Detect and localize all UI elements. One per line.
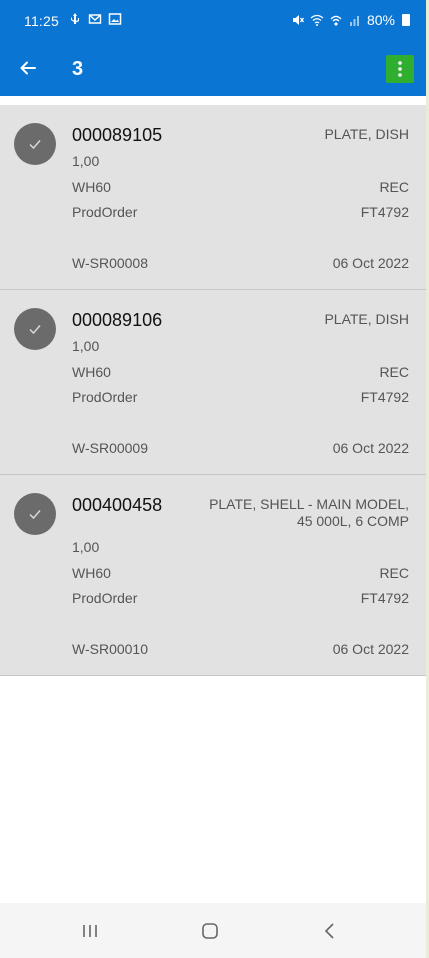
- screen: 11:25 80% 3 000089105 PLATE, DISH 1,00 W…: [0, 0, 426, 958]
- usb-icon: [71, 13, 79, 24]
- toolbar: 3: [0, 44, 426, 96]
- item-description: PLATE, DISH: [324, 311, 409, 327]
- item-order: FT4792: [360, 389, 409, 405]
- item-status: REC: [379, 565, 409, 581]
- signal-icon: [349, 16, 359, 26]
- item-order: FT4792: [360, 590, 409, 606]
- battery-percent: 80%: [366, 12, 395, 28]
- item-date: 06 Oct 2022: [332, 641, 409, 657]
- more-vertical-icon: [398, 61, 402, 77]
- item-description-line: PLATE, SHELL - MAIN MODEL,: [209, 496, 409, 512]
- item-date: 06 Oct 2022: [332, 440, 409, 456]
- item-warehouse: WH60: [72, 364, 111, 380]
- page-title: 3: [72, 58, 84, 80]
- item-status: REC: [379, 179, 409, 195]
- item-id: 000089106: [72, 310, 163, 330]
- item-type: ProdOrder: [72, 204, 138, 220]
- item-description: PLATE, DISH: [324, 126, 409, 142]
- status-right-icons: 80%: [291, 12, 410, 28]
- item-warehouse: WH60: [72, 179, 111, 195]
- item-id: 000400458: [72, 495, 163, 515]
- recent-apps-button[interactable]: [70, 917, 110, 945]
- check-circle[interactable]: [14, 493, 56, 535]
- back-icon: [324, 923, 334, 939]
- list-item[interactable]: 000400458 PLATE, SHELL - MAIN MODEL, 45 …: [0, 475, 426, 676]
- item-description-line: 45 000L, 6 COMP: [296, 513, 409, 529]
- wifi-calling-icon: [330, 15, 342, 26]
- wifi-icon: [310, 14, 324, 26]
- checkmark-icon: [29, 325, 41, 335]
- back-button[interactable]: [12, 52, 44, 84]
- item-doc: W-SR00010: [72, 641, 149, 657]
- item-quantity: 1,00: [72, 153, 100, 169]
- item-quantity: 1,00: [72, 338, 100, 354]
- checkmark-icon: [29, 510, 41, 520]
- check-circle[interactable]: [14, 123, 56, 165]
- mail-icon: [88, 14, 102, 24]
- item-quantity: 1,00: [72, 539, 100, 555]
- app-bar: 11:25 80% 3: [0, 0, 426, 96]
- status-left-icons: [68, 12, 122, 26]
- mute-icon: [292, 15, 304, 25]
- item-type: ProdOrder: [72, 389, 138, 405]
- item-doc: W-SR00009: [72, 440, 149, 456]
- recent-apps-icon: [83, 925, 97, 937]
- list-item[interactable]: 000089106 PLATE, DISH 1,00 WH60 REC Prod…: [0, 290, 426, 475]
- status-time: 11:25: [24, 13, 59, 29]
- more-menu-button[interactable]: [386, 55, 414, 83]
- arrow-left-icon: [20, 61, 36, 75]
- check-circle[interactable]: [14, 308, 56, 350]
- item-status: REC: [379, 364, 409, 380]
- battery-icon: [402, 14, 410, 26]
- item-order: FT4792: [360, 204, 409, 220]
- item-id: 000089105: [72, 125, 163, 145]
- status-bar: 11:25 80%: [0, 0, 426, 44]
- system-nav-bar: [0, 903, 426, 958]
- list-item[interactable]: 000089105 PLATE, DISH 1,00 WH60 REC Prod…: [0, 105, 426, 290]
- home-button[interactable]: [190, 917, 230, 945]
- item-warehouse: WH60: [72, 565, 111, 581]
- checkmark-icon: [29, 140, 41, 150]
- item-doc: W-SR00008: [72, 255, 149, 271]
- item-description: PLATE, SHELL - MAIN MODEL, 45 000L, 6 CO…: [209, 496, 409, 530]
- item-date: 06 Oct 2022: [332, 255, 409, 271]
- gallery-icon: [108, 13, 122, 25]
- nav-back-button[interactable]: [310, 917, 350, 945]
- receipt-list: 000089105 PLATE, DISH 1,00 WH60 REC Prod…: [0, 105, 426, 676]
- item-type: ProdOrder: [72, 590, 138, 606]
- home-icon: [202, 923, 218, 939]
